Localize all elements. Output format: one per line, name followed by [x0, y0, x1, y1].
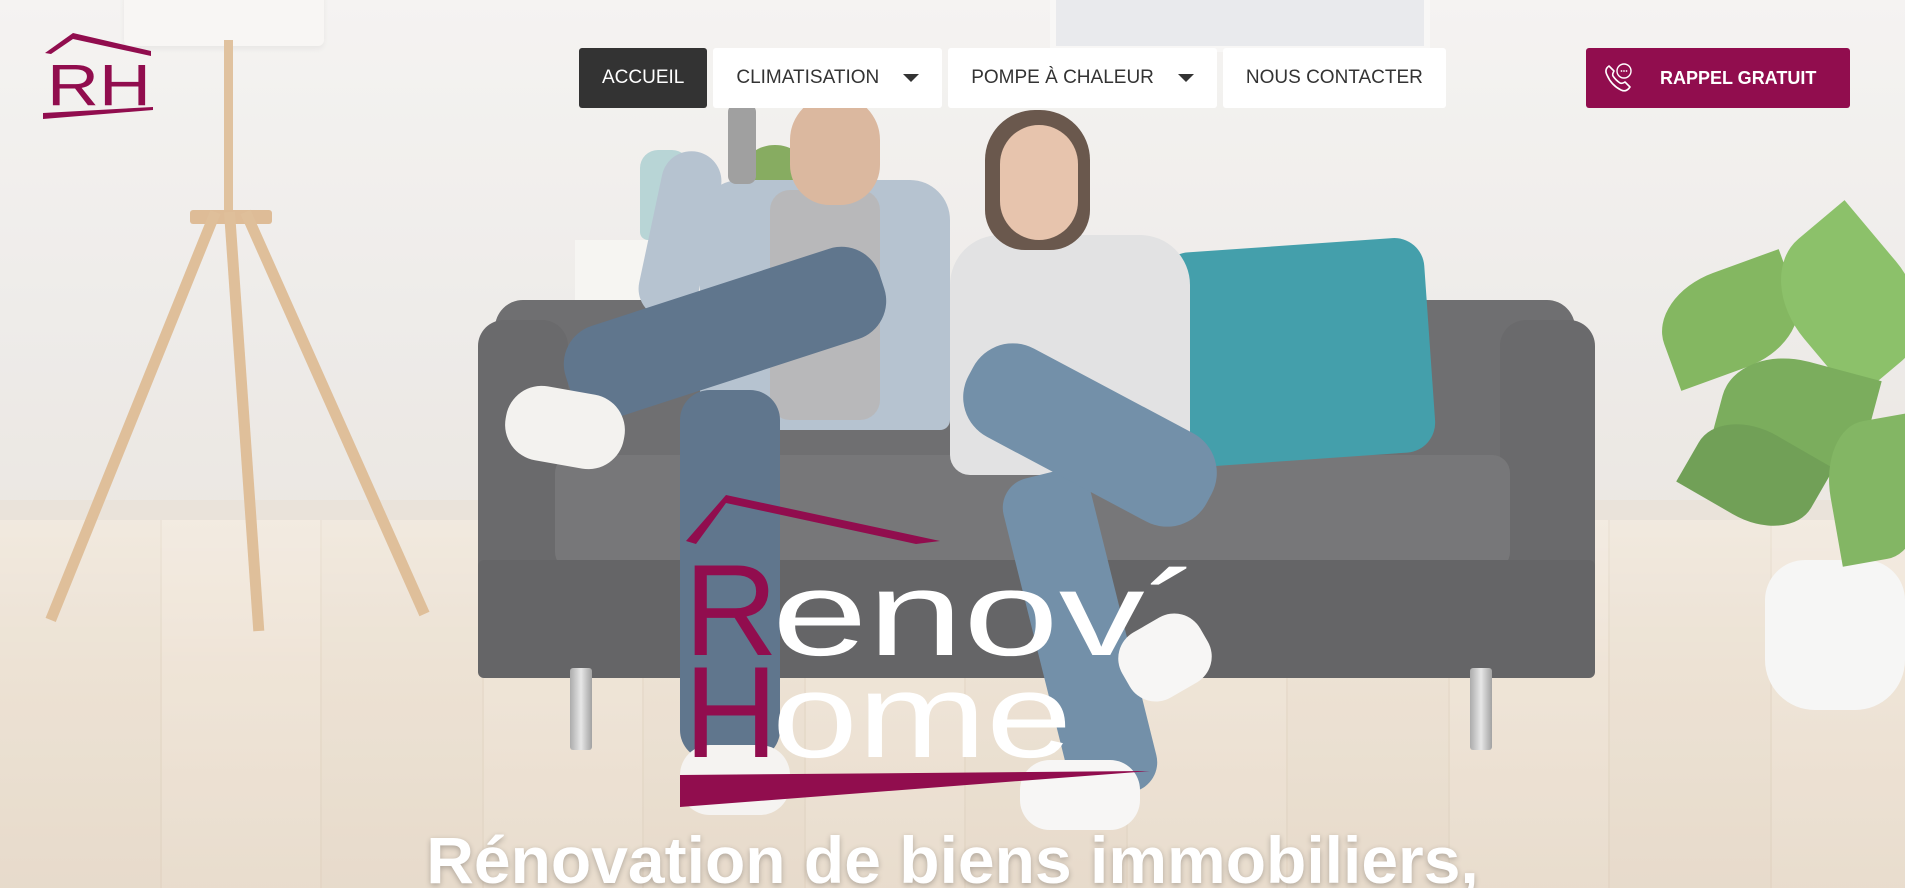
nav-item-pompe-a-chaleur[interactable]: POMPE À CHALEUR [948, 48, 1217, 108]
main-nav: ACCUEIL CLIMATISATION POMPE À CHALEUR NO… [579, 48, 1446, 108]
free-callback-button[interactable]: RAPPEL GRATUIT [1586, 48, 1850, 108]
nav-item-label: CLIMATISATION [736, 67, 880, 88]
nav-item-label: NOUS CONTACTER [1245, 67, 1423, 88]
nav-item-nous-contacter[interactable]: NOUS CONTACTER [1222, 48, 1446, 108]
callback-label: RAPPEL GRATUIT [1660, 67, 1817, 88]
site-logo[interactable]: RH [43, 33, 153, 121]
hero-headline: Rénovation de biens immobiliers, [426, 823, 1479, 888]
nav-item-accueil[interactable]: ACCUEIL [579, 48, 708, 108]
wordmark-initial-h: H [684, 639, 778, 785]
nav-item-climatisation[interactable]: CLIMATISATION [713, 48, 943, 108]
caret-down-icon [903, 74, 920, 82]
nav-item-label: POMPE À CHALEUR [971, 67, 1154, 88]
caret-down-icon [1177, 74, 1194, 82]
nav-item-label: ACCUEIL [602, 67, 685, 88]
phone-icon [1605, 63, 1632, 92]
renov-home-wordmark: R enov´ H ome [680, 495, 1202, 807]
wordmark-rest-line2: ome [772, 649, 1072, 783]
